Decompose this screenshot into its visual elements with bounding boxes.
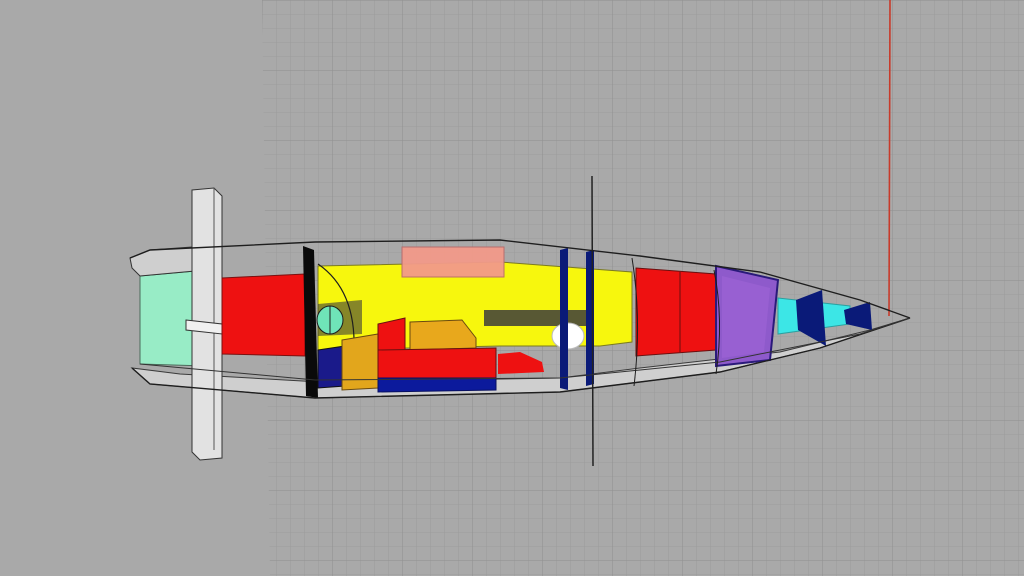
settee [377, 347, 497, 381]
viewport[interactable] [0, 0, 1024, 576]
y-axis-line [888, 0, 891, 317]
porthole [316, 300, 362, 336]
companionway-step [317, 345, 346, 389]
cad-viewport-canvas[interactable] [0, 0, 1024, 576]
galley-counter [409, 319, 477, 351]
cabin-roof-hatch [401, 246, 505, 278]
mast-line [591, 175, 594, 467]
galley-block [341, 333, 379, 391]
bulkhead-frame-1 [560, 248, 568, 390]
berth-base [377, 377, 497, 393]
engine-room [221, 273, 306, 357]
forward-cabin [635, 267, 717, 357]
settee-back [377, 317, 406, 353]
chain-locker-face [722, 276, 770, 358]
